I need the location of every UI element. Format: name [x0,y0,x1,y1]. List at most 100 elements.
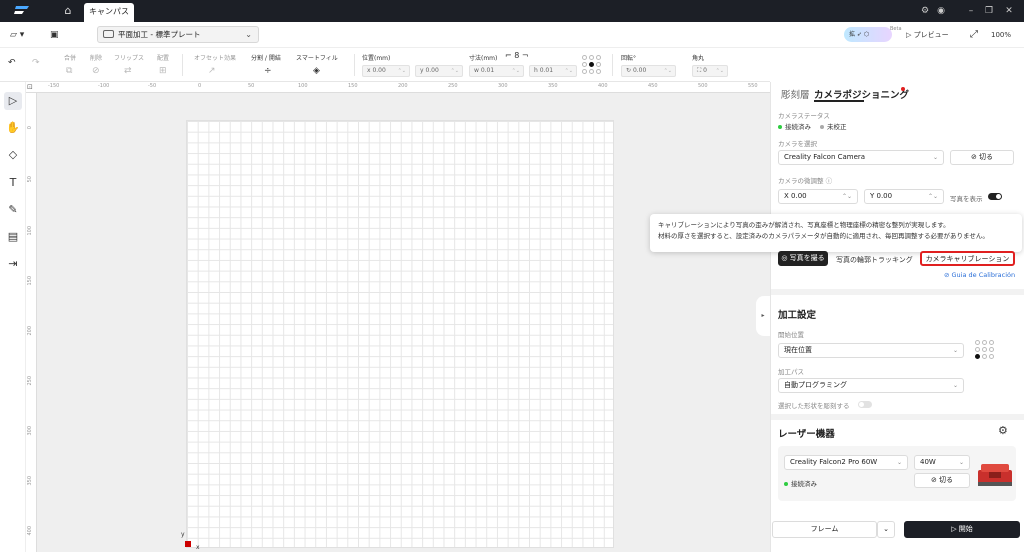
preview-label: プレビュー [913,31,949,39]
offset-icon[interactable]: ↗ [208,66,216,76]
camera-name: Creality Falcon Camera [784,153,866,161]
split-icon[interactable]: ÷ [264,66,272,76]
ruler-tick-label: 450 [648,83,658,89]
chevron-down-icon: ⌄ [952,347,958,354]
ruler-tick-label: 250 [27,376,33,386]
undo-icon[interactable]: ↶ [8,58,16,68]
beta-feature-icons: 拡 ➶ ⬡ [849,31,870,38]
delete-icon[interactable]: ⊘ [92,66,100,76]
frame-dropdown-icon[interactable]: ⌄ [877,521,895,538]
start-position-select[interactable]: 現在位置 ⌄ [778,343,964,358]
ruler-tick-label: 100 [298,83,308,89]
size-label: 寸法(mm) [469,55,498,62]
start-position-value: 現在位置 [784,346,812,354]
redo-icon[interactable]: ↷ [32,58,40,68]
camera-calibration-button[interactable]: カメラキャリブレーション [920,251,1015,266]
spinner-icon: ⌃⌄ [841,193,852,200]
panel-collapse-icon[interactable]: ▸ [756,296,770,336]
camera-cut-button[interactable]: ⊘ 切る [950,150,1014,165]
group-label: 合併 [64,55,77,62]
text-tool-icon[interactable]: T [4,174,22,192]
chevron-down-icon: ⌄ [896,459,902,466]
minimize-icon[interactable]: – [964,4,978,18]
split-label: 分割 / 開結 [251,55,281,62]
spinner-icon: ⌃⌄ [564,68,573,74]
laser-status-text: 接続済み [791,480,817,488]
show-photo-toggle[interactable] [988,193,1002,200]
position-x-value: x 0.00 [367,67,386,74]
size-w-input[interactable]: w 0.01 ⌃⌄ [469,65,524,77]
frame-button[interactable]: フレーム [772,521,877,538]
open-file-icon[interactable]: ▱ ▾ [10,27,24,43]
fit-screen-icon[interactable]: ⤢ [970,27,978,43]
home-icon[interactable]: ⌂ [60,3,76,19]
smartfill-label: スマートフィル [296,55,338,62]
anchor-point-selector[interactable] [582,55,602,75]
preview-button[interactable]: ▷ プレビュー [906,27,949,43]
chevron-down-icon: ⌄ [952,382,958,389]
select-tool-icon[interactable]: ▷ [4,92,22,110]
laser-model-value: Creality Falcon2 Pro 60W [790,458,878,466]
tab-canvas[interactable]: キャンパス [84,3,134,22]
size-h-input[interactable]: h 0.01 ⌃⌄ [529,65,577,77]
divider [182,54,183,76]
start-button[interactable]: ▷ 開始 [904,521,1020,538]
save-icon[interactable]: ▣ [50,27,59,43]
calibration-tooltip: キャリブレーションにより写真の歪みが解消され、写真座標と物理座標の精密な整列が実… [650,214,1022,252]
offset-y-input[interactable]: Y 0.00 ⌃⌄ [864,189,944,204]
laser-cut-button[interactable]: ⊘ 切る [914,473,970,488]
lock-ratio-icon[interactable]: ⌐ 8 ¬ [505,51,529,60]
engrave-selected-label: 選択した形状を彫刻する [778,402,850,410]
zoom-level[interactable]: 100% [991,27,1011,43]
ruler-tick-label: 150 [348,83,358,89]
import-tool-icon[interactable]: ⇥ [4,255,22,273]
laser-power-select[interactable]: 40W ⌄ [914,455,970,470]
laser-model-select[interactable]: Creality Falcon2 Pro 60W ⌄ [784,455,908,470]
active-tab-underline [814,100,864,102]
ruler-tick-label: 300 [27,426,33,436]
restore-icon[interactable]: ❐ [982,4,996,18]
status-dot-green [778,125,782,129]
position-y-input[interactable]: y 0.00 ⌃⌄ [415,65,463,77]
smartfill-icon[interactable]: ◈ [313,66,320,76]
contour-tracking-button[interactable]: 写真の輪郭トラッキング [836,255,913,265]
chevron-down-icon: ⌄ [958,459,964,466]
laser-device-image [975,458,1015,490]
ruler-tick-label: -50 [148,83,157,89]
image-tool-icon[interactable]: ▤ [4,228,22,246]
beta-feature-button[interactable]: 拡 ➶ ⬡ Beta [844,26,902,42]
arrange-icon[interactable]: ⊞ [159,66,167,76]
path-select[interactable]: 自動プログラミング ⌄ [778,378,964,393]
close-icon[interactable]: ✕ [1002,4,1016,18]
offset-y-value: Y 0.00 [870,192,893,200]
camera-select[interactable]: Creality Falcon Camera ⌄ [778,150,944,165]
settings-icon[interactable]: ⚙ [918,4,932,18]
work-plate-grid[interactable] [186,120,614,548]
offset-x-input[interactable]: X 0.00 ⌃⌄ [778,189,858,204]
laser-settings-icon[interactable]: ⚙ [998,424,1008,437]
flip-icon[interactable]: ⇄ [124,66,132,76]
laser-cut-label: 切る [939,476,954,484]
take-photo-button[interactable]: ◎ 写真を撮る [778,251,828,266]
rotate-value: 0.00 [632,67,647,74]
hand-tool-icon[interactable]: ✋ [4,119,22,137]
pen-tool-icon[interactable]: ✎ [4,201,22,219]
shape-tool-icon[interactable]: ◇ [4,146,22,164]
section-divider [771,414,1024,420]
corner-input[interactable]: ⛶ 0 ⌃⌄ [692,65,728,77]
plate-select[interactable]: 平面加工 - 標準プレート ⌄ [97,26,259,43]
tab-engrave-layers[interactable]: 彫刻層 [781,87,810,101]
position-x-input[interactable]: x 0.00 ⌃⌄ [362,65,410,77]
group-icon[interactable]: ⧉ [66,66,72,76]
account-icon[interactable]: ◉ [934,4,948,18]
processing-settings-title: 加工設定 [778,310,817,321]
offset-label: オフセット効果 [194,55,237,62]
tab-camera-positioning[interactable]: カメラポジショニング [814,87,909,101]
start-anchor-selector[interactable] [975,340,995,360]
calibration-guide-link[interactable]: ⊘ Guia de Calibración [944,271,1015,279]
axis-x-label: x [196,544,200,551]
ruler-vertical: 0 50 100 150 200 250 300 350 400 [26,93,37,552]
position-label: 位置(mm) [362,55,391,62]
engrave-selected-toggle[interactable] [858,401,872,408]
rotate-input[interactable]: ↻ 0.00 ⌃⌄ [621,65,676,77]
